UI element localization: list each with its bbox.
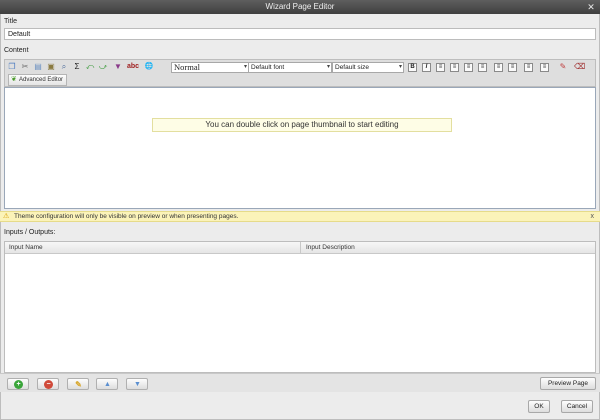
bullet-list-button[interactable]: ≡	[524, 63, 533, 72]
move-down-button[interactable]: ▼	[126, 378, 148, 390]
indent-button[interactable]: ≡	[494, 63, 503, 72]
paste-text-icon[interactable]: ▣	[46, 62, 56, 72]
ok-button[interactable]: OK	[528, 400, 550, 413]
spellcheck-icon[interactable]: abc	[126, 62, 140, 72]
sigma-icon[interactable]: Σ	[72, 62, 82, 72]
align-justify-button[interactable]: ≡	[478, 63, 487, 72]
size-select[interactable]: Default size ▾	[332, 62, 404, 73]
bold-button[interactable]: B	[408, 63, 417, 72]
arrow-down-icon: ▼	[134, 381, 141, 388]
font-select[interactable]: Default font ▾	[248, 62, 332, 73]
redo-icon[interactable]: ⤻	[98, 62, 108, 72]
warning-text: Theme configuration will only be visible…	[14, 213, 239, 220]
add-input-button[interactable]: +	[7, 378, 29, 390]
size-value: Default size	[335, 64, 369, 71]
numbered-list-button[interactable]: ≡	[540, 63, 549, 72]
advanced-editor-row: ❦ Advanced Editor	[4, 74, 596, 87]
leaf-icon: ❦	[11, 76, 17, 83]
font-value: Default font	[251, 64, 285, 71]
paragraph-format-select[interactable]: Normal ▾	[171, 62, 249, 73]
preview-page-button[interactable]: Preview Page	[540, 377, 596, 390]
arrow-up-icon: ▲	[104, 381, 111, 388]
cut-icon[interactable]: ✂	[20, 62, 30, 72]
column-header-input-name[interactable]: Input Name	[5, 242, 301, 254]
align-left-button[interactable]: ≡	[436, 63, 445, 72]
column-header-input-description[interactable]: Input Description	[302, 242, 595, 254]
title-input[interactable]	[4, 28, 596, 40]
table-header: Input Name Input Description	[5, 242, 595, 254]
pencil-icon: ✎	[75, 380, 82, 389]
remove-format-icon[interactable]: ⌫	[574, 62, 585, 72]
minus-icon: −	[44, 380, 53, 389]
remove-input-button[interactable]: −	[37, 378, 59, 390]
edit-input-button[interactable]: ✎	[67, 378, 89, 390]
close-icon[interactable]: ✕	[586, 0, 596, 14]
advanced-editor-label: Advanced Editor	[19, 77, 64, 83]
warning-icon: ⚠	[3, 213, 10, 220]
globe-icon[interactable]: 🌐	[144, 62, 154, 72]
chevron-down-icon: ▾	[398, 64, 402, 70]
editor-hint: You can double click on page thumbnail t…	[152, 118, 452, 132]
cancel-button[interactable]: Cancel	[561, 400, 593, 413]
chevron-down-icon: ▾	[243, 64, 247, 70]
copy-icon[interactable]: ❐	[7, 62, 17, 72]
outdent-button[interactable]: ≡	[508, 63, 517, 72]
content-label: Content	[4, 47, 29, 54]
paste-icon[interactable]: ▤	[33, 62, 43, 72]
paragraph-format-value: Normal	[174, 62, 200, 72]
advanced-editor-tab[interactable]: ❦ Advanced Editor	[8, 74, 68, 86]
window-title: Wizard Page Editor	[265, 2, 335, 11]
align-right-button[interactable]: ≡	[464, 63, 473, 72]
italic-button[interactable]: I	[422, 63, 431, 72]
io-actions-bar: + − ✎ ▲ ▼ Preview Page	[0, 373, 600, 392]
window-titlebar: Wizard Page Editor ✕	[0, 0, 600, 14]
find-icon[interactable]: ⌕	[59, 62, 69, 72]
plus-icon: +	[14, 380, 23, 389]
inputs-outputs-label: Inputs / Outputs:	[4, 229, 56, 236]
text-color-icon[interactable]: ✎	[558, 62, 568, 72]
title-label: Title	[4, 18, 17, 25]
format-brush-icon[interactable]: ▼	[113, 62, 123, 72]
align-center-button[interactable]: ≡	[450, 63, 459, 72]
warning-close-icon[interactable]: x	[591, 212, 595, 221]
chevron-down-icon: ▾	[326, 64, 330, 70]
content-editor[interactable]: You can double click on page thumbnail t…	[4, 87, 596, 209]
inputs-outputs-table: Input Name Input Description	[4, 241, 596, 373]
theme-warning-bar: ⚠ Theme configuration will only be visib…	[0, 211, 600, 222]
editor-toolbar: ❐ ✂ ▤ ▣ ⌕ Σ ⤺ ⤻ ▼ abc 🌐 Normal ▾ Default…	[4, 59, 596, 74]
move-up-button[interactable]: ▲	[96, 378, 118, 390]
undo-icon[interactable]: ⤺	[85, 62, 95, 72]
